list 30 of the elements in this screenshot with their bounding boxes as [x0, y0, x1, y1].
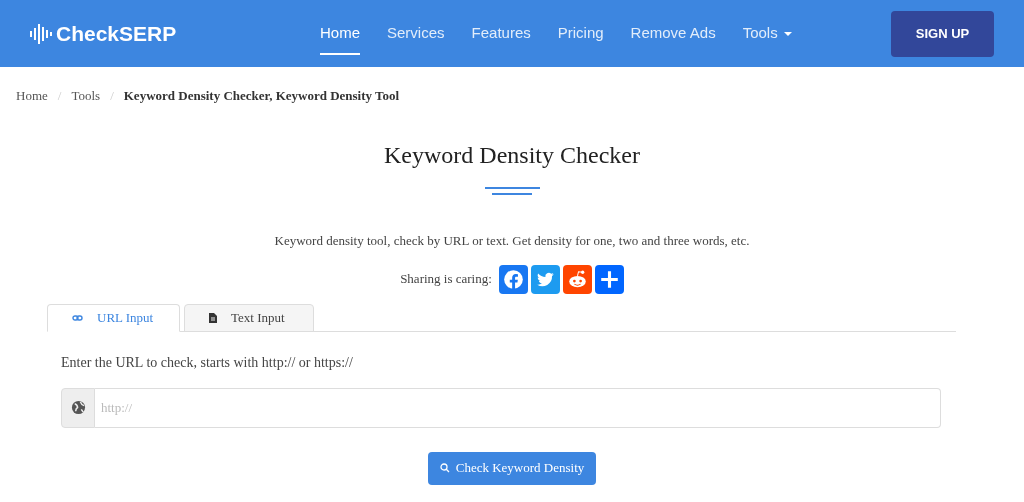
- tab[interactable]: Text Input: [184, 303, 314, 332]
- share-label: Sharing is caring:: [400, 270, 492, 289]
- document-icon: [209, 312, 217, 323]
- tab[interactable]: URL Input: [47, 303, 180, 332]
- nav-link[interactable]: Pricing: [557, 0, 604, 67]
- breadcrumb-link[interactable]: Home: [16, 86, 48, 106]
- title-divider: [484, 187, 540, 195]
- nav-link[interactable]: Services: [387, 0, 445, 67]
- breadcrumb-current: Keyword Density Checker, Keyword Density Tool: [123, 87, 400, 106]
- nav-link[interactable]: Home: [320, 0, 360, 67]
- page-title: Keyword Density Checker: [384, 141, 640, 170]
- share-button[interactable]: [498, 264, 528, 294]
- sign-up-button[interactable]: SIGN UP: [891, 10, 994, 57]
- check-button[interactable]: Check Keyword Density: [428, 451, 596, 485]
- sound-wave-icon: [30, 22, 52, 45]
- nav-link[interactable]: Remove Ads: [630, 0, 716, 67]
- nav-link[interactable]: Features: [471, 0, 531, 67]
- share-button[interactable]: [530, 264, 560, 294]
- link-icon: [72, 314, 83, 321]
- search-icon: [439, 463, 450, 473]
- breadcrumb-separator: /: [57, 87, 62, 106]
- url-label: Enter the URL to check, starts with http:// or https://: [61, 353, 354, 372]
- share-button[interactable]: [562, 264, 592, 294]
- share-button[interactable]: [594, 264, 624, 294]
- logo-text[interactable]: CheckSERP: [56, 17, 177, 50]
- breadcrumb-link[interactable]: Tools: [71, 86, 101, 106]
- description: Keyword density tool, check by URL or text. Get density for one, two and three words, etc.: [274, 232, 750, 250]
- breadcrumb-separator: /: [110, 87, 114, 106]
- nav-link[interactable]: Tools: [742, 0, 792, 67]
- url-field[interactable]: http://: [95, 387, 941, 428]
